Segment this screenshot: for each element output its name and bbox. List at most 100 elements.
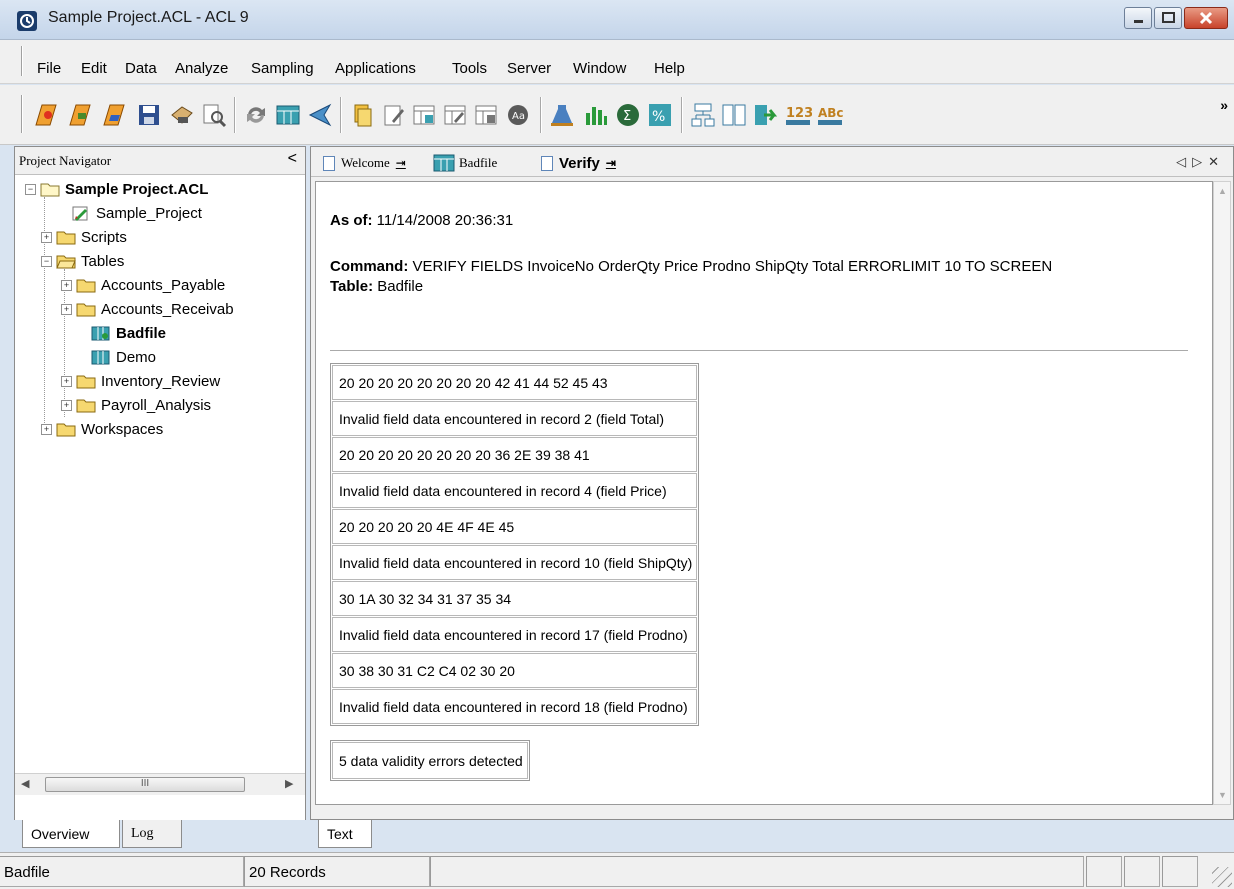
error-row: Invalid field data encountered in record…	[332, 473, 698, 508]
collapse-icon[interactable]: −	[25, 183, 36, 195]
output-vertical-scrollbar[interactable]: ▲ ▼	[1213, 181, 1231, 805]
navigator-horizontal-scrollbar[interactable]: ◀ III ▶	[15, 773, 305, 795]
expand-icon[interactable]: +	[61, 279, 72, 291]
add-column-icon[interactable]	[410, 101, 438, 129]
tree-label: Sample Project.ACL	[65, 180, 209, 198]
expand-icon[interactable]: +	[41, 231, 52, 243]
toolbar-overflow-button[interactable]: »	[1220, 97, 1228, 113]
maximize-button[interactable]	[1154, 7, 1182, 29]
scrollbar-thumb[interactable]: III	[45, 777, 245, 792]
resize-grip-icon[interactable]	[1212, 867, 1232, 887]
status-record-count: 20 Records	[244, 856, 430, 887]
menu-window[interactable]: Window	[573, 60, 626, 77]
pin-icon[interactable]: ⇥	[396, 156, 406, 171]
scroll-down-icon[interactable]: ▼	[1218, 790, 1227, 800]
structure-icon[interactable]	[689, 101, 717, 129]
command-line: Command: VERIFY FIELDS InvoiceNo OrderQt…	[330, 258, 1210, 275]
expand-icon[interactable]: +	[61, 375, 72, 387]
scroll-left-icon[interactable]: ◀	[21, 777, 29, 790]
expand-icon[interactable]: +	[41, 423, 52, 435]
print-icon[interactable]	[168, 101, 196, 129]
collapse-icon[interactable]: −	[41, 255, 52, 267]
scroll-up-icon[interactable]: ▲	[1218, 186, 1227, 196]
numbers-icon[interactable]: 123	[784, 101, 812, 129]
status-table-name: Badfile	[0, 856, 244, 887]
open-folder-icon	[56, 255, 76, 268]
edit-column-icon[interactable]	[441, 101, 469, 129]
status-bar: Badfile 20 Records	[0, 852, 1234, 889]
menu-file[interactable]: File	[37, 60, 61, 77]
hex-row: 30 1A 30 32 34 31 37 35 34	[332, 581, 698, 616]
status-cell	[1162, 856, 1198, 887]
tab-welcome[interactable]: Welcome ⇥	[323, 151, 406, 175]
tab-text[interactable]: Text	[318, 820, 372, 848]
text-icon[interactable]: ABc	[816, 101, 844, 129]
menu-edit[interactable]: Edit	[81, 60, 107, 77]
pin-icon[interactable]: ⇥	[606, 156, 616, 170]
next-tab-icon[interactable]: ▷	[1192, 154, 1208, 169]
edit-icon[interactable]	[380, 101, 408, 129]
tree-item-badfile[interactable]: Badfile	[91, 321, 166, 345]
close-tab-icon[interactable]: ✕	[1208, 154, 1225, 169]
tab-overview[interactable]: Overview	[22, 820, 120, 848]
histogram-icon[interactable]	[582, 101, 610, 129]
menu-help[interactable]: Help	[654, 60, 685, 77]
split-icon[interactable]	[720, 101, 748, 129]
previous-tab-icon[interactable]: ◁	[1176, 154, 1192, 169]
scroll-right-icon[interactable]: ▶	[285, 777, 293, 790]
status-cell	[430, 856, 1084, 887]
verify-icon[interactable]	[548, 101, 576, 129]
open-project-icon[interactable]	[66, 101, 94, 129]
hex-row: 20 20 20 20 20 20 20 20 36 2E 39 38 41	[332, 437, 698, 472]
verify-output: As of: 11/14/2008 20:36:31 Command: VERI…	[315, 181, 1213, 805]
menu-analyze[interactable]: Analyze	[175, 60, 228, 77]
menu-data[interactable]: Data	[125, 60, 157, 77]
hex-row: 30 38 30 31 C2 C4 02 30 20	[332, 653, 698, 688]
tab-label: Badfile	[459, 155, 498, 170]
tree-root[interactable]: − Sample Project.ACL	[25, 177, 208, 201]
search-icon[interactable]	[200, 101, 228, 129]
tree-item-payroll-analysis[interactable]: + Payroll_Analysis	[61, 393, 211, 417]
extract-icon[interactable]	[752, 101, 780, 129]
folder-icon	[76, 303, 96, 316]
collapse-navigator-icon[interactable]: <	[288, 150, 297, 168]
command-label: Command:	[330, 258, 409, 275]
tree-item-sample-project[interactable]: Sample_Project	[71, 201, 202, 225]
refresh-icon[interactable]	[242, 101, 270, 129]
total-icon[interactable]: Σ	[614, 101, 642, 129]
tree-item-demo[interactable]: Demo	[91, 345, 156, 369]
menu-sampling[interactable]: Sampling	[251, 60, 314, 77]
tree-item-tables[interactable]: − Tables	[41, 249, 124, 273]
expand-icon[interactable]: +	[61, 399, 72, 411]
tab-navigation: ◁▷✕	[1176, 154, 1225, 170]
tree-item-workspaces[interactable]: + Workspaces	[41, 417, 163, 441]
menu-server[interactable]: Server	[507, 60, 551, 77]
status-cell	[1124, 856, 1160, 887]
toolbar-grip	[21, 95, 23, 133]
tree-item-inventory-review[interactable]: + Inventory_Review	[61, 369, 220, 393]
tab-badfile[interactable]: Badfile	[433, 151, 497, 175]
save-icon[interactable]	[135, 101, 163, 129]
menu-tools[interactable]: Tools	[452, 60, 487, 77]
remove-column-icon[interactable]	[472, 101, 500, 129]
tree-item-accounts-receivable[interactable]: + Accounts_Receivab	[61, 297, 234, 321]
tab-verify[interactable]: Verify ⇥	[541, 151, 616, 175]
open-table-icon[interactable]	[100, 101, 128, 129]
table-layout-icon[interactable]	[274, 101, 302, 129]
project-navigator: Project Navigator < − Sample Project.ACL…	[14, 146, 306, 846]
tree-item-scripts[interactable]: + Scripts	[41, 225, 127, 249]
close-button[interactable]	[1184, 7, 1228, 29]
document-tabs: Welcome ⇥ Badfile Verify ⇥ ◁▷✕	[311, 147, 1233, 177]
as-of-line: As of: 11/14/2008 20:36:31	[330, 212, 513, 229]
percent-icon[interactable]: %	[646, 101, 674, 129]
tree-item-accounts-payable[interactable]: + Accounts_Payable	[61, 273, 225, 297]
minimize-button[interactable]	[1124, 7, 1152, 29]
font-icon[interactable]: Aa	[504, 101, 532, 129]
filter-icon[interactable]	[306, 101, 334, 129]
copy-icon[interactable]	[348, 101, 376, 129]
expand-icon[interactable]: +	[61, 303, 72, 315]
menu-applications[interactable]: Applications	[335, 60, 416, 77]
new-project-icon[interactable]	[32, 101, 60, 129]
tab-log[interactable]: Log	[122, 820, 182, 848]
table-icon	[91, 350, 110, 364]
